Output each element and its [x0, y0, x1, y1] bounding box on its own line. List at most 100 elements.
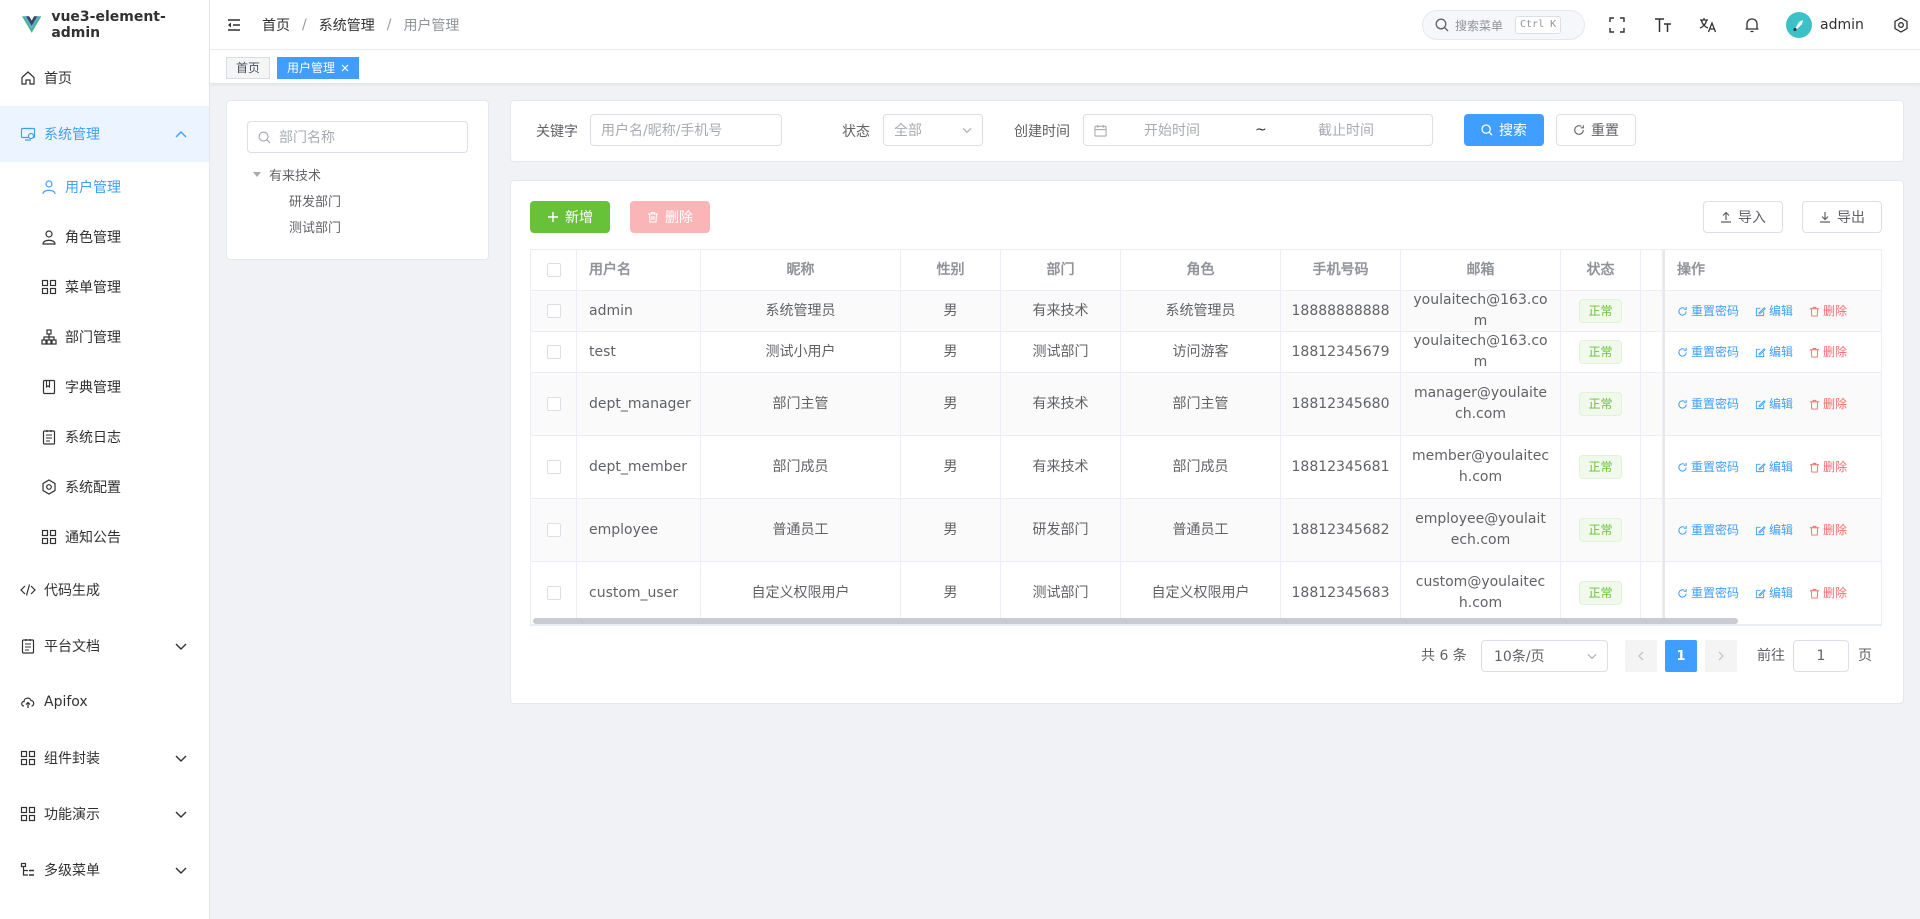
sidebar-item-notice[interactable]: 通知公告 [0, 512, 209, 562]
sidebar-item-label: 平台文档 [44, 639, 100, 655]
sidebar-item-users[interactable]: 用户管理 [0, 162, 209, 212]
sidebar-item-apifox[interactable]: Apifox [0, 674, 209, 730]
code-icon [20, 582, 36, 598]
row-checkbox[interactable] [546, 586, 561, 600]
delete-button[interactable]: 删除 [630, 201, 710, 233]
search-button[interactable]: 搜索 [1464, 114, 1544, 146]
org-tree-icon [41, 329, 57, 345]
username[interactable]: admin [1820, 0, 1864, 50]
sidebar-item-config[interactable]: 系统配置 [0, 462, 209, 512]
sidebar-item-depts[interactable]: 部门管理 [0, 312, 209, 362]
row-select-cell [531, 332, 577, 373]
goto-page-input[interactable]: 1 [1793, 640, 1849, 672]
delete-row-button[interactable]: 删除 [1809, 520, 1847, 541]
reset-password-button[interactable]: 重置密码 [1677, 301, 1739, 322]
delete-row-button-label: 删除 [1823, 344, 1848, 359]
sidebar-item-menus[interactable]: 菜单管理 [0, 262, 209, 312]
ops-cell: 重置密码 编辑 删除 [1663, 332, 1881, 373]
select-all-checkbox[interactable] [546, 263, 561, 277]
table-horizontal-scrollbar[interactable] [533, 618, 1738, 624]
cell-email: employee@youlaitech.com [1401, 499, 1561, 562]
sidebar-item-logs[interactable]: 系统日志 [0, 412, 209, 462]
cell-phone-text: 18812345683 [1291, 584, 1390, 601]
row-checkbox[interactable] [546, 304, 561, 318]
col-ops: 操作 [1663, 250, 1881, 291]
cell-username: admin [577, 291, 701, 332]
settings-icon[interactable] [1893, 17, 1909, 33]
row-checkbox[interactable] [546, 397, 561, 411]
cell-email: manager@youlaitech.com [1401, 373, 1561, 436]
add-button-label: 新增 [565, 210, 593, 226]
sidebar-item-codegen[interactable]: 代码生成 [0, 562, 209, 618]
add-button[interactable]: 新增 [530, 201, 610, 233]
edit-button[interactable]: 编辑 [1755, 301, 1793, 322]
reset-password-button[interactable]: 重置密码 [1677, 394, 1739, 415]
edit-button[interactable]: 编辑 [1755, 394, 1793, 415]
sidebar-item-dict[interactable]: 字典管理 [0, 362, 209, 412]
close-icon[interactable] [341, 64, 349, 72]
tag-home[interactable]: 首页 [226, 57, 271, 79]
reset-password-button[interactable]: 重置密码 [1677, 583, 1739, 604]
export-button[interactable]: 导出 [1802, 201, 1882, 233]
row-checkbox[interactable] [546, 523, 561, 537]
sidebar-item-demo[interactable]: 功能演示 [0, 786, 209, 842]
sidebar-item-system[interactable]: 系统管理 [0, 106, 209, 162]
cell-nickname: 自定义权限用户 [701, 562, 901, 625]
row-checkbox[interactable] [546, 460, 561, 474]
edit-icon [1755, 347, 1766, 357]
sidebar-item-multilevel[interactable]: 多级菜单 [0, 842, 209, 898]
page-size-select[interactable]: 10条/页 [1481, 640, 1608, 672]
sidebar-item-components[interactable]: 组件封装 [0, 730, 209, 786]
sidebar-item-docs[interactable]: 平台文档 [0, 618, 209, 674]
font-size-icon[interactable] [1654, 17, 1672, 33]
delete-row-button[interactable]: 删除 [1809, 457, 1847, 478]
tree-node-rd[interactable]: 研发部门 [289, 191, 341, 210]
reset-password-button[interactable]: 重置密码 [1677, 342, 1739, 363]
page-button-current[interactable]: 1 [1665, 640, 1697, 672]
cell-role-text: 自定义权限用户 [1151, 584, 1250, 601]
cell-role-text: 普通员工 [1172, 521, 1229, 538]
reset-password-button[interactable]: 重置密码 [1677, 457, 1739, 478]
import-button[interactable]: 导入 [1703, 201, 1783, 233]
bell-icon[interactable] [1744, 17, 1760, 33]
prev-page-button[interactable] [1625, 640, 1657, 672]
keyword-input[interactable]: 用户名/昵称/手机号 [590, 114, 782, 146]
menu-search[interactable]: 搜索菜单 Ctrl K [1422, 10, 1585, 40]
refresh-icon [1678, 588, 1687, 598]
search-icon [1435, 18, 1449, 32]
fold-menu-icon[interactable] [226, 17, 242, 33]
edit-icon [1755, 306, 1766, 316]
col-dept: 部门 [1001, 250, 1121, 291]
edit-button[interactable]: 编辑 [1755, 520, 1793, 541]
tree-node-test[interactable]: 测试部门 [289, 217, 341, 236]
chevron-up-icon [175, 131, 187, 138]
tree-node-root[interactable]: 有来技术 [253, 165, 321, 184]
cell-gender: 男 [901, 436, 1001, 499]
fullscreen-icon[interactable] [1609, 17, 1625, 33]
sidebar-item-home[interactable]: 首页 [0, 50, 209, 106]
language-icon[interactable] [1699, 17, 1717, 33]
date-range-picker[interactable]: 开始时间 ~ 截止时间 [1083, 114, 1433, 146]
reset-password-button[interactable]: 重置密码 [1677, 520, 1739, 541]
avatar[interactable] [1786, 12, 1812, 38]
reset-button[interactable]: 重置 [1556, 114, 1636, 146]
delete-row-button[interactable]: 删除 [1809, 583, 1847, 604]
edit-button[interactable]: 编辑 [1755, 342, 1793, 363]
dept-search-input[interactable]: 部门名称 [247, 121, 468, 153]
row-checkbox[interactable] [546, 345, 561, 359]
breadcrumb-system[interactable]: 系统管理 [319, 15, 375, 35]
sidebar-item-roles[interactable]: 角色管理 [0, 212, 209, 262]
breadcrumb-home[interactable]: 首页 [262, 15, 290, 35]
status-select[interactable]: 全部 [883, 114, 983, 146]
next-page-button[interactable] [1705, 640, 1737, 672]
app-logo[interactable]: vue3-element-admin [0, 0, 209, 50]
delete-row-button[interactable]: 删除 [1809, 301, 1847, 322]
tag-user-management[interactable]: 用户管理 [277, 57, 360, 79]
ops-cell: 重置密码 编辑 删除 [1663, 373, 1881, 436]
delete-row-button[interactable]: 删除 [1809, 394, 1847, 415]
delete-row-button[interactable]: 删除 [1809, 342, 1847, 363]
edit-button[interactable]: 编辑 [1755, 583, 1793, 604]
edit-button[interactable]: 编辑 [1755, 457, 1793, 478]
delete-row-button-label: 删除 [1823, 396, 1848, 411]
col-username: 用户名 [577, 250, 701, 291]
